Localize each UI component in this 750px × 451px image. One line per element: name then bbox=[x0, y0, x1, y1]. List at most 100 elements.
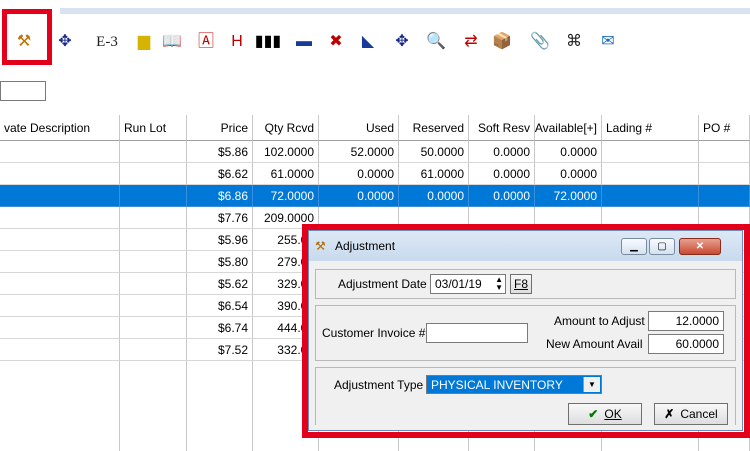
table-cell[interactable]: 72.0000 bbox=[535, 185, 602, 207]
table-cell[interactable] bbox=[602, 141, 699, 163]
table-cell[interactable] bbox=[0, 207, 120, 229]
table-cell[interactable] bbox=[120, 207, 187, 229]
table-cell[interactable] bbox=[699, 141, 750, 163]
title-band bbox=[60, 8, 750, 14]
truck-alt-icon[interactable]: ◣ bbox=[356, 30, 380, 54]
table-cell[interactable] bbox=[120, 317, 187, 339]
table-cell[interactable]: $5.96 bbox=[187, 229, 253, 251]
table-cell[interactable] bbox=[699, 163, 750, 185]
date-spinner-icon[interactable]: ▲ ▼ bbox=[495, 276, 503, 292]
table-cell[interactable]: 0.0000 bbox=[399, 185, 469, 207]
table-cell[interactable]: 61.0000 bbox=[253, 163, 319, 185]
table-cell[interactable]: $7.76 bbox=[187, 207, 253, 229]
column-header-7[interactable]: Soft Resv bbox=[469, 115, 535, 141]
table-cell[interactable] bbox=[0, 185, 120, 207]
table-cell[interactable] bbox=[120, 251, 187, 273]
close-button[interactable]: ✕ bbox=[679, 238, 721, 255]
table-cell[interactable]: 50.0000 bbox=[399, 141, 469, 163]
note-icon[interactable]: ▆ bbox=[132, 30, 156, 54]
cancel-x-icon: ✗ bbox=[664, 407, 675, 421]
table-cell[interactable]: 52.0000 bbox=[319, 141, 399, 163]
table-cell[interactable] bbox=[0, 295, 120, 317]
table-cell[interactable]: $5.86 bbox=[187, 141, 253, 163]
mail-icon[interactable]: ✉ bbox=[596, 30, 620, 54]
maximize-button[interactable]: ▢ bbox=[649, 238, 675, 255]
table-cell[interactable]: 0.0000 bbox=[319, 163, 399, 185]
minimize-button[interactable]: ▁ bbox=[621, 238, 647, 255]
table-cell[interactable] bbox=[602, 163, 699, 185]
table-cell[interactable] bbox=[0, 339, 120, 361]
filter-input[interactable] bbox=[0, 81, 46, 101]
type-group: Adjustment Type PHYSICAL INVENTORY ▼ ✔ O… bbox=[315, 367, 736, 425]
barcode-icon[interactable]: ▮▮▮ bbox=[255, 30, 281, 54]
table-cell[interactable]: 72.0000 bbox=[253, 185, 319, 207]
table-cell[interactable] bbox=[699, 185, 750, 207]
table-cell[interactable] bbox=[0, 229, 120, 251]
table-cell[interactable]: $7.52 bbox=[187, 339, 253, 361]
adjustment-type-select[interactable]: PHYSICAL INVENTORY ▼ bbox=[426, 375, 602, 394]
table-cell[interactable] bbox=[120, 273, 187, 295]
e3-label[interactable]: E-3 bbox=[92, 30, 122, 54]
table-cell[interactable] bbox=[0, 317, 120, 339]
table-cell[interactable]: 102.0000 bbox=[253, 141, 319, 163]
h-badge-icon[interactable]: H bbox=[225, 30, 249, 54]
table-cell[interactable]: $6.74 bbox=[187, 317, 253, 339]
table-cell[interactable] bbox=[0, 273, 120, 295]
move-icon[interactable]: ✥ bbox=[53, 30, 77, 54]
table-cell[interactable] bbox=[120, 229, 187, 251]
binoculars-icon[interactable]: ⌘ bbox=[562, 30, 586, 54]
package-icon[interactable]: 📦 bbox=[490, 30, 514, 54]
move-alt-icon[interactable]: ✥ bbox=[390, 30, 414, 54]
table-cell[interactable]: 0.0000 bbox=[319, 185, 399, 207]
table-cell[interactable] bbox=[120, 295, 187, 317]
table-cell[interactable] bbox=[0, 163, 120, 185]
table-cell[interactable]: 61.0000 bbox=[399, 163, 469, 185]
table-cell[interactable] bbox=[0, 251, 120, 273]
table-cell[interactable]: 0.0000 bbox=[469, 163, 535, 185]
table-cell[interactable] bbox=[120, 185, 187, 207]
search-icon[interactable]: 🔍 bbox=[424, 30, 448, 54]
chevron-down-icon[interactable]: ▼ bbox=[583, 377, 600, 392]
transfer-arrows-icon[interactable]: ⇄ bbox=[459, 30, 483, 54]
new-amount-avail-field[interactable]: 60.0000 bbox=[648, 334, 724, 354]
table-cell[interactable]: $6.86 bbox=[187, 185, 253, 207]
table-cell[interactable]: 0.0000 bbox=[535, 163, 602, 185]
amount-to-adjust-field[interactable]: 12.0000 bbox=[648, 311, 724, 331]
column-header-1[interactable]: vate Description bbox=[0, 115, 120, 141]
column-header-2[interactable]: Run Lot bbox=[120, 115, 187, 141]
f8-button[interactable]: F8 bbox=[510, 274, 532, 294]
cancel-button[interactable]: ✗ Cancel bbox=[654, 403, 728, 425]
table-cell[interactable]: 0.0000 bbox=[469, 185, 535, 207]
book-icon[interactable]: 📖 bbox=[160, 30, 184, 54]
table-cell[interactable]: $6.62 bbox=[187, 163, 253, 185]
table-cell[interactable]: $5.80 bbox=[187, 251, 253, 273]
table-row[interactable]: $5.86 102.0000 52.0000 50.0000 0.0000 0.0000 bbox=[0, 141, 750, 163]
adjustment-type-label: Adjustment Type bbox=[334, 378, 424, 392]
table-cell[interactable] bbox=[602, 185, 699, 207]
cancel-label: Cancel bbox=[680, 407, 718, 421]
column-header-8[interactable]: Available[+] bbox=[535, 115, 602, 141]
table-cell[interactable]: 0.0000 bbox=[469, 141, 535, 163]
document-a-icon[interactable]: 🄰 bbox=[194, 30, 218, 54]
table-cell[interactable] bbox=[120, 163, 187, 185]
column-header-9[interactable]: Lading # bbox=[602, 115, 699, 141]
table-cell[interactable]: $5.62 bbox=[187, 273, 253, 295]
truck-icon[interactable]: ▬ bbox=[292, 30, 316, 54]
no-truck-icon[interactable]: ✖ bbox=[324, 30, 348, 54]
ok-button[interactable]: ✔ OK bbox=[568, 403, 642, 425]
paperclip-icon[interactable]: 📎 bbox=[528, 30, 552, 54]
table-row[interactable]: $6.62 61.0000 0.0000 61.0000 0.0000 0.0000 bbox=[0, 163, 750, 185]
customer-invoice-field[interactable] bbox=[426, 323, 528, 343]
column-header-5[interactable]: Used bbox=[319, 115, 399, 141]
column-header-6[interactable]: Reserved bbox=[399, 115, 469, 141]
column-header-10[interactable]: PO # bbox=[699, 115, 750, 141]
table-cell[interactable] bbox=[120, 141, 187, 163]
table-row[interactable]: $6.86 72.0000 0.0000 0.0000 0.0000 72.0000 bbox=[0, 185, 750, 207]
column-header-4[interactable]: Qty Rcvd bbox=[253, 115, 319, 141]
table-cell[interactable] bbox=[120, 339, 187, 361]
table-cell[interactable] bbox=[0, 141, 120, 163]
table-cell[interactable]: $6.54 bbox=[187, 295, 253, 317]
table-cell[interactable]: 0.0000 bbox=[535, 141, 602, 163]
adjustment-date-field[interactable]: 03/01/19 ▲ ▼ bbox=[430, 274, 506, 294]
column-header-3[interactable]: Price bbox=[187, 115, 253, 141]
